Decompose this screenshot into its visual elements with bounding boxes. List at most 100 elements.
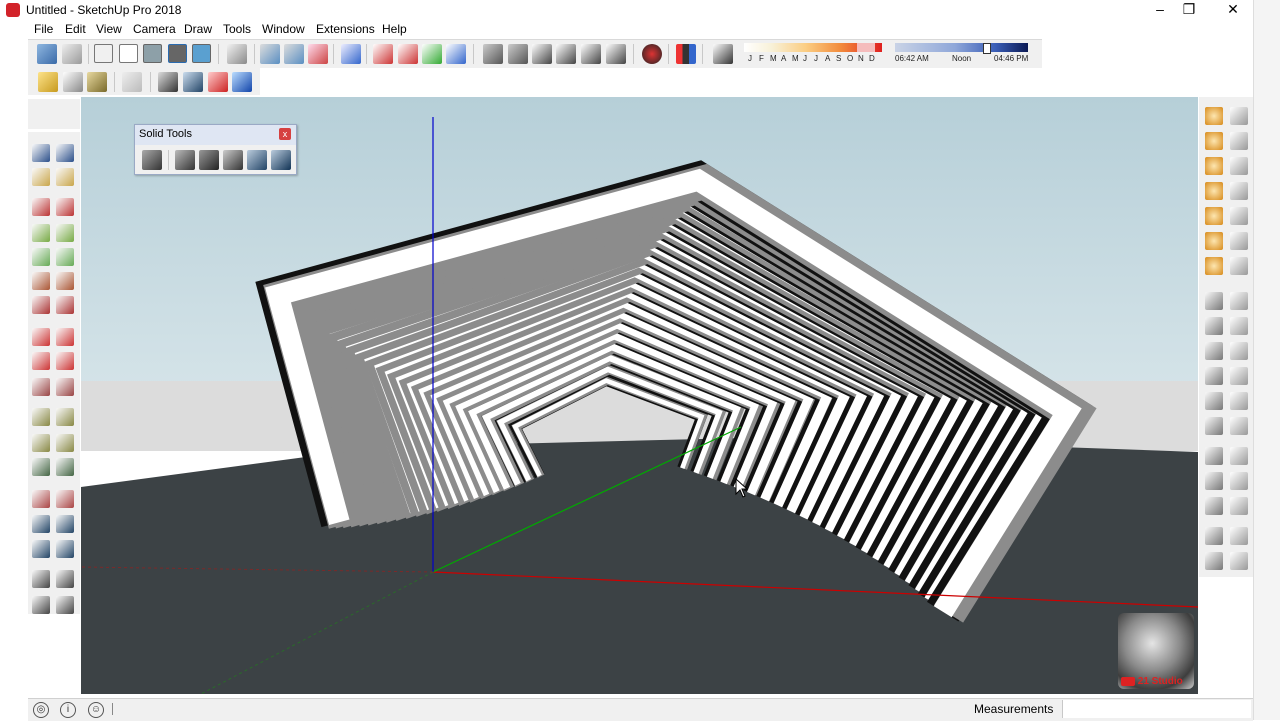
back-view-icon[interactable] bbox=[581, 44, 601, 64]
add-detail-icon[interactable] bbox=[398, 44, 418, 64]
polygon-icon[interactable] bbox=[56, 248, 74, 266]
shadow-date-handle[interactable] bbox=[857, 43, 875, 52]
offset-icon[interactable] bbox=[56, 378, 74, 396]
smoove-icon[interactable] bbox=[308, 44, 328, 64]
rectangle-icon[interactable] bbox=[32, 224, 50, 242]
layers-tray-icon[interactable] bbox=[1205, 392, 1223, 410]
rotate-icon[interactable] bbox=[32, 352, 50, 370]
extension-warehouse-icon[interactable] bbox=[87, 72, 107, 92]
select-icon[interactable] bbox=[32, 144, 50, 162]
model-info-alt-icon[interactable] bbox=[1230, 257, 1248, 275]
sandbox-from-contours-icon[interactable] bbox=[260, 44, 280, 64]
back-edges-icon[interactable] bbox=[62, 44, 82, 64]
freehand-icon[interactable] bbox=[56, 198, 74, 216]
entity-info-icon[interactable] bbox=[1205, 317, 1223, 335]
paint-bucket-icon[interactable] bbox=[32, 168, 50, 186]
sun-tool-alt-icon[interactable] bbox=[1230, 207, 1248, 225]
styles-tray-icon[interactable] bbox=[1205, 367, 1223, 385]
match-photo-alt-icon[interactable] bbox=[1230, 497, 1248, 515]
shaded-with-textures-icon[interactable] bbox=[168, 44, 187, 63]
union-icon[interactable] bbox=[199, 150, 219, 170]
section-plane-icon[interactable] bbox=[227, 44, 247, 64]
shadows-tray-icon[interactable] bbox=[1205, 447, 1223, 465]
subtract-icon[interactable] bbox=[223, 150, 243, 170]
zoom-extents-icon[interactable] bbox=[32, 540, 50, 558]
follow-me-icon[interactable] bbox=[56, 352, 74, 370]
dimension-icon[interactable] bbox=[56, 408, 74, 426]
iso-view-icon[interactable] bbox=[483, 44, 503, 64]
warehouse-icon[interactable] bbox=[38, 72, 58, 92]
front-view-icon[interactable] bbox=[532, 44, 552, 64]
rotated-rectangle-icon[interactable] bbox=[56, 224, 74, 242]
circle-icon[interactable] bbox=[32, 248, 50, 266]
shadows-tray-alt-icon[interactable] bbox=[1230, 447, 1248, 465]
menu-help[interactable]: Help bbox=[382, 22, 407, 36]
monochrome-icon[interactable] bbox=[192, 44, 211, 63]
geo-location-icon[interactable]: ◎ bbox=[33, 702, 49, 718]
entity-info-alt-icon[interactable] bbox=[1230, 317, 1248, 335]
shaded-icon[interactable] bbox=[143, 44, 162, 63]
look-around-icon[interactable] bbox=[56, 570, 74, 588]
menu-window[interactable]: Window bbox=[262, 22, 305, 36]
solid-tools-close-button[interactable]: x bbox=[279, 128, 291, 140]
scenes-tray-icon[interactable] bbox=[1205, 417, 1223, 435]
outliner-icon[interactable] bbox=[122, 72, 142, 92]
text-icon[interactable] bbox=[56, 434, 74, 452]
axes-tool-icon[interactable] bbox=[32, 458, 50, 476]
previous-view-icon[interactable] bbox=[56, 540, 74, 558]
compass-alt-icon[interactable] bbox=[1230, 232, 1248, 250]
protractor-icon[interactable] bbox=[32, 434, 50, 452]
styles-icon[interactable] bbox=[208, 72, 228, 92]
eraser-icon[interactable] bbox=[56, 168, 74, 186]
top-view-icon[interactable] bbox=[508, 44, 528, 64]
component-tray-alt-icon[interactable] bbox=[1230, 342, 1248, 360]
restore-button[interactable]: ❐ bbox=[1167, 0, 1211, 20]
shadow-time-slider[interactable] bbox=[895, 43, 1028, 52]
component-icon[interactable] bbox=[642, 44, 662, 64]
measure-icon[interactable] bbox=[446, 44, 466, 64]
menu-camera[interactable]: Camera bbox=[133, 22, 176, 36]
flip-edge-icon[interactable] bbox=[422, 44, 442, 64]
scenes-icon[interactable] bbox=[183, 72, 203, 92]
position-camera-icon[interactable] bbox=[32, 570, 50, 588]
sun-tool-icon[interactable] bbox=[1205, 207, 1223, 225]
credits-icon[interactable]: i bbox=[60, 702, 76, 718]
sandbox-from-scratch-icon[interactable] bbox=[284, 44, 304, 64]
menu-tools[interactable]: Tools bbox=[223, 22, 251, 36]
left-view-icon[interactable] bbox=[606, 44, 626, 64]
3d-text-icon[interactable] bbox=[56, 458, 74, 476]
wireframe-icon[interactable] bbox=[94, 44, 113, 63]
materials-tray-alt-icon[interactable] bbox=[1230, 292, 1248, 310]
push-pull-icon[interactable] bbox=[56, 328, 74, 346]
menu-extensions[interactable]: Extensions bbox=[316, 22, 375, 36]
layers-tray-alt-icon[interactable] bbox=[1230, 392, 1248, 410]
fog-tray-icon[interactable] bbox=[1205, 472, 1223, 490]
zoom-icon[interactable] bbox=[32, 515, 50, 533]
menu-draw[interactable]: Draw bbox=[184, 22, 212, 36]
layers-icon[interactable] bbox=[158, 72, 178, 92]
tape-tool-alt-icon[interactable] bbox=[1230, 182, 1248, 200]
close-button[interactable]: ✕ bbox=[1211, 0, 1255, 20]
soften-edges-icon[interactable] bbox=[1205, 527, 1223, 545]
model-info-icon[interactable] bbox=[1205, 257, 1223, 275]
right-view-icon[interactable] bbox=[556, 44, 576, 64]
share-component-icon[interactable] bbox=[63, 72, 83, 92]
scenes-tray-alt-icon[interactable] bbox=[1230, 417, 1248, 435]
make-component-icon[interactable] bbox=[56, 144, 74, 162]
two-point-arc-icon[interactable] bbox=[56, 272, 74, 290]
pie-icon[interactable] bbox=[56, 296, 74, 314]
compass-icon[interactable] bbox=[1205, 232, 1223, 250]
menu-edit[interactable]: Edit bbox=[65, 22, 86, 36]
line-icon[interactable] bbox=[32, 198, 50, 216]
three-point-arc-icon[interactable] bbox=[32, 296, 50, 314]
orbit-tool-alt-icon[interactable] bbox=[1230, 132, 1248, 150]
measurements-field[interactable] bbox=[1062, 700, 1251, 718]
menu-view[interactable]: View bbox=[96, 22, 122, 36]
walk-icon[interactable] bbox=[32, 596, 50, 614]
materials-icon[interactable] bbox=[232, 72, 252, 92]
sandbox-tool-icon[interactable] bbox=[1205, 107, 1223, 125]
scale-icon[interactable] bbox=[32, 378, 50, 396]
tape-tool-icon[interactable] bbox=[1205, 182, 1223, 200]
shadows-icon[interactable] bbox=[713, 44, 733, 64]
orbit-tool-icon[interactable] bbox=[1205, 132, 1223, 150]
